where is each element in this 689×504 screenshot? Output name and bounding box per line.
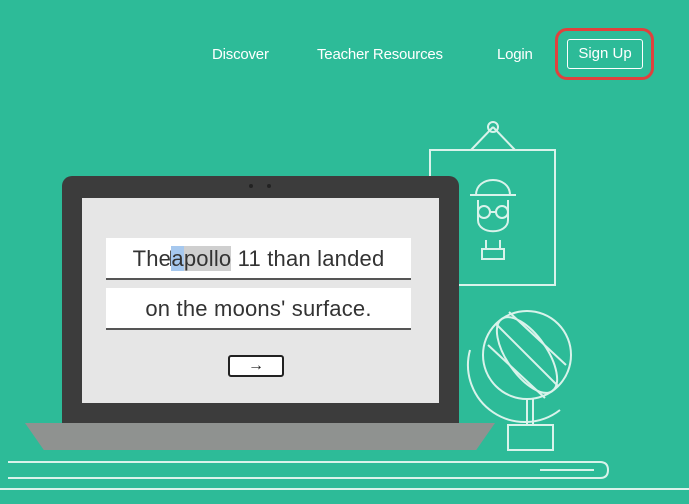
laptop-base [25,423,495,450]
arrow-right-icon: → [248,357,264,374]
selected-word[interactable]: apollo [171,246,232,271]
selected-word-rest: pollo [183,246,232,271]
word-the[interactable]: The [133,246,172,271]
laptop: TheIapollo 11 than landed on the moons' … [62,176,459,423]
desk-outline [0,461,689,490]
selected-char: a [171,246,184,271]
sentence-line-2[interactable]: on the moons' surface. [106,288,411,330]
laptop-camera [249,184,253,188]
next-button[interactable]: → [228,355,284,377]
sentence-line-1[interactable]: TheIapollo 11 than landed [106,238,411,280]
laptop-camera [267,184,271,188]
line1-rest-text[interactable]: 11 than landed [231,246,385,271]
laptop-screen: TheIapollo 11 than landed on the moons' … [82,198,439,403]
